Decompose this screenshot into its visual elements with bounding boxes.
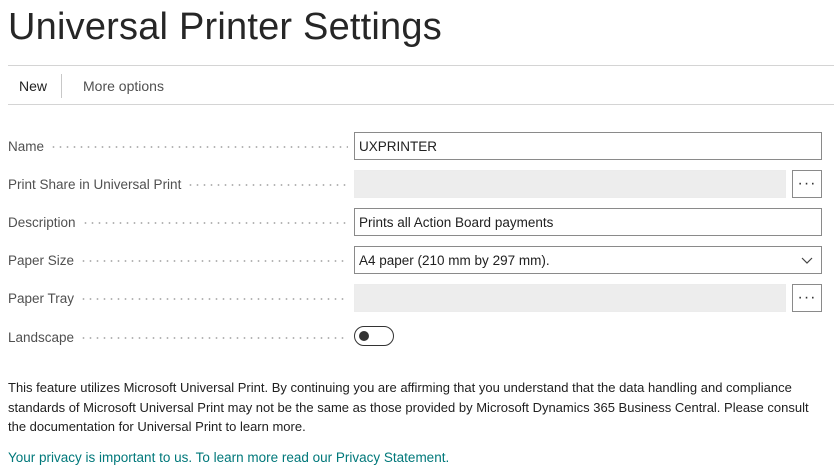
action-bar: New More options bbox=[8, 73, 164, 99]
leader-dots bbox=[80, 298, 348, 300]
leader-dots bbox=[80, 260, 348, 262]
paper-tray-label: Paper Tray bbox=[8, 290, 75, 306]
name-label: Name bbox=[8, 138, 45, 154]
action-bar-divider bbox=[8, 104, 834, 105]
field-row-paper-tray: Paper Tray ··· bbox=[8, 284, 822, 312]
header-divider bbox=[8, 65, 834, 66]
more-options-button[interactable]: More options bbox=[83, 78, 164, 94]
leader-dots bbox=[80, 337, 348, 339]
leader-dots bbox=[50, 146, 348, 148]
print-share-input[interactable] bbox=[354, 170, 786, 198]
page-title: Universal Printer Settings bbox=[8, 6, 442, 48]
description-label: Description bbox=[8, 214, 76, 230]
chevron-down-icon bbox=[801, 257, 813, 264]
paper-size-value: A4 paper (210 mm by 297 mm). bbox=[359, 252, 550, 268]
paper-size-label: Paper Size bbox=[8, 252, 75, 268]
toggle-knob bbox=[359, 331, 369, 341]
new-button[interactable]: New bbox=[19, 78, 47, 94]
universal-print-notice: This feature utilizes Microsoft Universa… bbox=[8, 380, 809, 434]
action-separator bbox=[61, 74, 63, 98]
landscape-toggle[interactable] bbox=[354, 326, 394, 346]
print-share-lookup-button[interactable]: ··· bbox=[792, 170, 822, 198]
privacy-statement-link[interactable]: Your privacy is important to us. To lear… bbox=[8, 450, 449, 465]
field-row-landscape: Landscape bbox=[8, 323, 822, 351]
paper-tray-input[interactable] bbox=[354, 284, 786, 312]
field-row-print-share: Print Share in Universal Print ··· bbox=[8, 170, 822, 198]
name-input[interactable]: UXPRINTER bbox=[354, 132, 822, 160]
paper-size-select[interactable]: A4 paper (210 mm by 297 mm). bbox=[354, 246, 822, 274]
paper-tray-lookup-button[interactable]: ··· bbox=[792, 284, 822, 312]
field-row-paper-size: Paper Size A4 paper (210 mm by 297 mm). bbox=[8, 246, 822, 274]
landscape-label: Landscape bbox=[8, 329, 75, 345]
field-row-name: Name UXPRINTER bbox=[8, 132, 822, 160]
leader-dots bbox=[187, 184, 348, 186]
print-share-label: Print Share in Universal Print bbox=[8, 176, 182, 192]
leader-dots bbox=[81, 222, 348, 224]
description-input[interactable]: Prints all Action Board payments bbox=[354, 208, 822, 236]
field-row-description: Description Prints all Action Board paym… bbox=[8, 208, 822, 236]
